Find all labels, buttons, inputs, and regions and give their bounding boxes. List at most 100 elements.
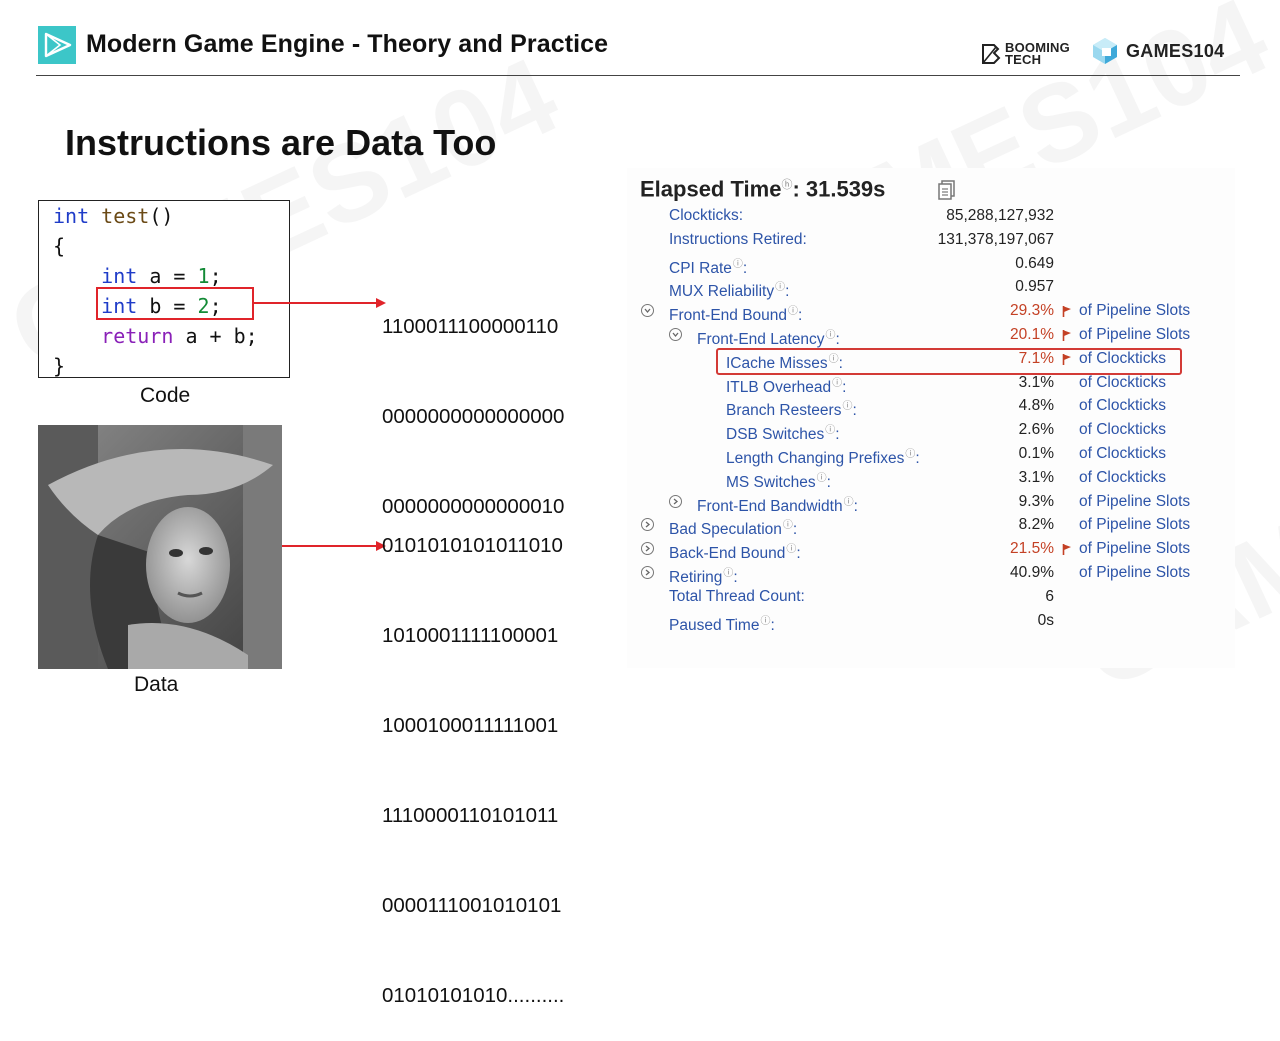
help-icon[interactable]: ⓘ <box>783 520 793 531</box>
metric-unit: of Clockticks <box>1079 373 1166 391</box>
metric-row: Branch Resteersⓘ: 4.8% of Clockticks <box>0 397 1166 420</box>
metric-name[interactable]: Clockticks: <box>669 207 743 225</box>
elapsed-label: Elapsed Time <box>640 176 782 202</box>
metric-name-text[interactable]: Front-End Bound <box>669 307 787 324</box>
colon: : <box>733 569 738 587</box>
metric-value: 0.649 <box>1015 254 1054 272</box>
metric-name-text[interactable]: Instructions Retired: <box>669 231 807 248</box>
help-icon[interactable]: ⓘ <box>817 473 827 484</box>
play-logo-icon <box>38 26 76 64</box>
metric-name[interactable]: DSB Switchesⓘ: <box>726 421 840 444</box>
metric-row: Front-End Bandwidthⓘ: 9.3% of Pipeline Slo… <box>0 493 1190 516</box>
metric-value: 40.9% <box>1010 564 1054 581</box>
help-icon[interactable]: ⓘ <box>844 497 854 508</box>
metric-name-text[interactable]: Bad Speculation <box>669 522 782 539</box>
metric-row: Front-End Latencyⓘ: 20.1% of Pipeline Slot… <box>0 326 1190 349</box>
metric-name-text[interactable]: DSB Switches <box>726 426 824 443</box>
colon: : <box>770 616 775 634</box>
metric-value: 4.8% <box>1018 397 1054 415</box>
help-icon[interactable]: ⓘ <box>829 354 839 365</box>
metric-name[interactable]: Branch Resteersⓘ: <box>726 397 857 420</box>
metric-unit: of Clockticks <box>1079 349 1166 367</box>
metric-name-text[interactable]: MS Switches <box>726 474 816 491</box>
metric-name-text[interactable]: Clockticks: <box>669 207 743 224</box>
bit-row: 1110000110101011 <box>382 804 559 827</box>
colon: : <box>835 426 840 444</box>
collapse-chevron-icon[interactable] <box>641 304 654 318</box>
colon: : <box>838 354 843 372</box>
help-icon[interactable]: ⓘ <box>905 449 915 460</box>
metric-name[interactable]: Retiringⓘ: <box>669 564 738 587</box>
metric-name-text[interactable]: Retiring <box>669 569 722 586</box>
warning-flag-icon <box>1062 306 1071 318</box>
metric-name[interactable]: Front-End Boundⓘ: <box>669 302 802 325</box>
metric-row: Bad Speculationⓘ: 8.2% of Pipeline Slots <box>0 516 1190 539</box>
metric-name[interactable]: Total Thread Count: <box>669 588 805 606</box>
slide-title: Instructions are Data Too <box>65 122 497 163</box>
metric-name[interactable]: Paused Timeⓘ: <box>669 612 775 635</box>
expand-chevron-icon[interactable] <box>641 566 654 579</box>
metric-name-text[interactable]: Front-End Bandwidth <box>697 498 843 515</box>
metric-name[interactable]: CPI Rateⓘ: <box>669 255 747 278</box>
data-caption: Data <box>134 673 179 696</box>
metric-unit: of Clockticks <box>1079 468 1166 486</box>
metric-name[interactable]: Bad Speculationⓘ: <box>669 516 797 539</box>
metric-row: Paused Timeⓘ: 0s <box>0 612 1054 634</box>
metric-name[interactable]: ITLB Overheadⓘ: <box>726 374 846 397</box>
colon: : <box>826 473 831 491</box>
metric-row: Back-End Boundⓘ: 21.5% of Pipeline Slots <box>0 540 1190 563</box>
help-icon[interactable]: ⓘ <box>775 282 785 293</box>
metric-row: MS Switchesⓘ: 3.1% of Clockticks <box>0 469 1166 492</box>
colon: : <box>798 307 803 325</box>
metric-value: 2.6% <box>1018 421 1054 439</box>
help-icon[interactable]: ⓘ <box>723 568 733 579</box>
metric-name[interactable]: Length Changing Prefixesⓘ: <box>726 445 920 468</box>
metric-name[interactable]: Front-End Bandwidthⓘ: <box>697 493 858 516</box>
help-icon[interactable]: ⓘ <box>842 401 852 412</box>
metric-name-text[interactable]: MUX Reliability <box>669 284 774 301</box>
help-icon[interactable]: ⓘ <box>760 616 770 627</box>
help-icon[interactable]: ⓘ <box>825 425 835 436</box>
metric-name-text[interactable]: Front-End Latency <box>697 331 825 348</box>
expand-chevron-icon[interactable] <box>641 542 654 556</box>
metric-name-text[interactable]: Branch Resteers <box>726 403 841 420</box>
metric-name-text[interactable]: ICache Misses <box>726 355 828 372</box>
metric-name[interactable]: Instructions Retired: <box>669 231 807 249</box>
metric-name[interactable]: MS Switchesⓘ: <box>726 469 831 492</box>
metric-value: 7.1% <box>1018 349 1054 367</box>
games-cube-icon <box>1093 38 1117 64</box>
elapsed-value: : 31.539s <box>792 176 886 202</box>
metric-name[interactable]: Front-End Latencyⓘ: <box>697 326 840 349</box>
metric-unit: of Clockticks <box>1079 421 1166 439</box>
metric-name-text[interactable]: Length Changing Prefixes <box>726 450 904 467</box>
metric-name[interactable]: MUX Reliabilityⓘ: <box>669 278 789 301</box>
copy-icon[interactable] <box>937 179 957 201</box>
metric-value: 8.2% <box>1018 516 1054 534</box>
bit-row: 01010101010.......... <box>382 984 565 1007</box>
expand-chevron-icon[interactable] <box>669 494 682 508</box>
metric-name-text[interactable]: Back-End Bound <box>669 545 785 562</box>
metric-row: Length Changing Prefixesⓘ: 0.1% of Clockti… <box>0 445 1166 468</box>
colon: : <box>842 378 847 396</box>
elapsed-time: Elapsed Timeⓗ: 31.539s <box>640 176 885 202</box>
help-icon[interactable]: ⓘ <box>788 306 798 317</box>
metric-name-text[interactable]: Paused Time <box>669 617 759 634</box>
help-icon[interactable]: ⓘ <box>826 330 836 341</box>
metric-value: 0.957 <box>1015 278 1054 296</box>
collapse-chevron-icon[interactable] <box>669 328 682 341</box>
metric-unit: of Pipeline Slots <box>1079 302 1191 320</box>
metric-name-text[interactable]: ITLB Overhead <box>726 379 831 396</box>
metric-name-text[interactable]: Total Thread Count: <box>669 588 805 605</box>
help-icon[interactable]: ⓘ <box>786 544 796 555</box>
help-icon[interactable]: ⓘ <box>733 259 743 270</box>
metric-unit: of Pipeline Slots <box>1079 564 1191 581</box>
metric-name[interactable]: Back-End Boundⓘ: <box>669 540 801 563</box>
help-icon[interactable]: ⓘ <box>832 378 842 389</box>
metric-value: 0s <box>1037 611 1054 629</box>
header-divider <box>36 75 1240 76</box>
expand-chevron-icon[interactable] <box>641 518 654 532</box>
help-icon[interactable]: ⓗ <box>781 179 792 191</box>
metric-row: ITLB Overheadⓘ: 3.1% of Clockticks <box>0 374 1166 397</box>
metric-name-text[interactable]: CPI Rate <box>669 260 732 277</box>
metric-name[interactable]: ICache Missesⓘ: <box>726 350 843 373</box>
